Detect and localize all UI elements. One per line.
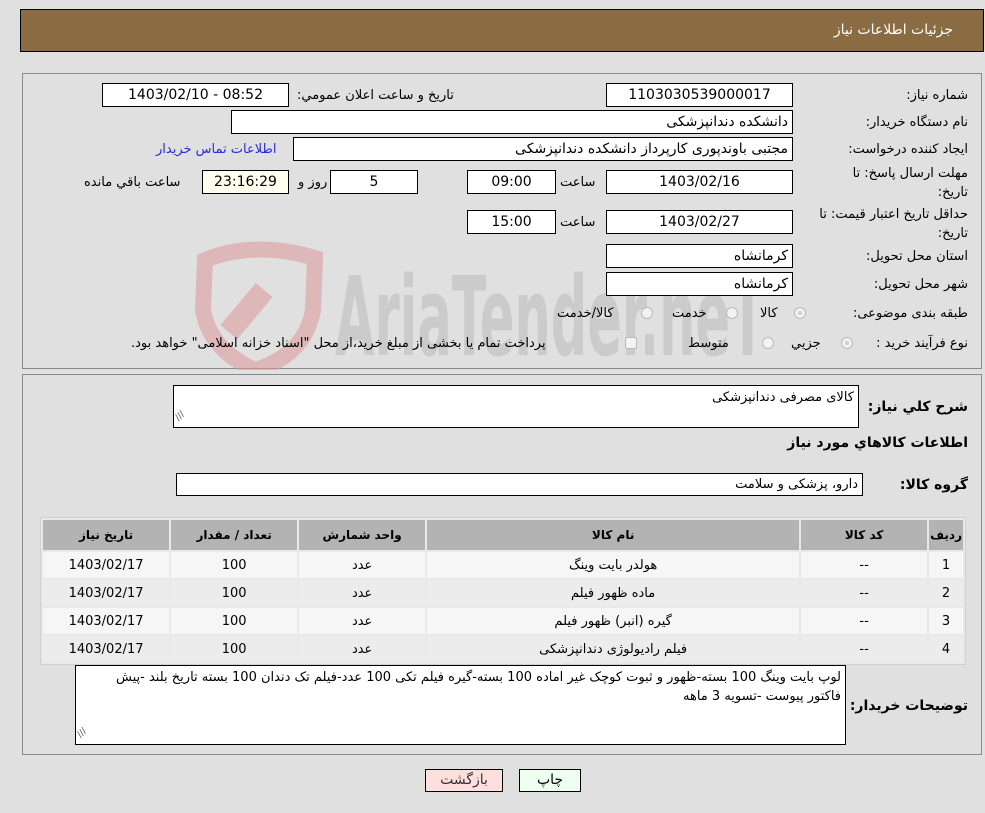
creator-field: مجتبی باوندپوری کارپرداز دانشکده دندانپز… [293, 137, 793, 161]
cell-quantity: 100 [171, 636, 298, 662]
cell-quantity: 100 [171, 552, 298, 578]
group-label: گروه کالا: [899, 477, 968, 493]
price-validity-time-field: 15:00 [467, 210, 556, 234]
cell-row-number: 2 [929, 580, 963, 606]
cell-item-code: -- [801, 636, 928, 662]
process-radio-medium[interactable] [762, 337, 774, 349]
resize-grip-icon[interactable]: /// [73, 724, 93, 744]
items-table: رديف كد كالا نام كالا واحد شمارش تعداد /… [40, 517, 966, 665]
table-header-row: رديف كد كالا نام كالا واحد شمارش تعداد /… [43, 520, 963, 550]
col-header-item-name: نام كالا [427, 520, 800, 550]
cell-item-name: هولدر بایت وینگ [427, 552, 800, 578]
cell-need-date: 1403/02/17 [43, 552, 170, 578]
cell-item-code: -- [801, 608, 928, 634]
city-field: کرمانشاه [606, 272, 793, 296]
process-radio-minor[interactable] [841, 337, 853, 349]
cell-item-code: -- [801, 552, 928, 578]
summary-text: کالای مصرفی دندانپزشکی [712, 390, 854, 405]
category-radio-goods[interactable] [794, 307, 806, 319]
table-row: 1 -- هولدر بایت وینگ عدد 100 1403/02/17 [43, 552, 963, 578]
category-label: طبقه بندی موضوعی: [852, 306, 968, 321]
price-validity-time-label: ساعت [560, 215, 596, 230]
announce-label: تاریخ و ساعت اعلان عمومي: [297, 88, 454, 103]
process-option-medium: متوسط [688, 336, 729, 351]
time-remaining-field: 23:16:29 [202, 170, 289, 194]
cell-need-date: 1403/02/17 [43, 608, 170, 634]
province-field: کرمانشاه [606, 244, 793, 268]
process-option-minor: جزيي [791, 336, 821, 351]
category-option-goods: کالا [760, 306, 778, 321]
group-field: دارو، پزشکی و سلامت [176, 473, 863, 496]
need-number-field: 1103030539000017 [606, 83, 793, 107]
province-label: استان محل تحویل: [866, 249, 968, 264]
process-label: نوع فرآیند خرید : [876, 336, 968, 351]
col-header-item-code: كد كالا [801, 520, 928, 550]
cell-row-number: 1 [929, 552, 963, 578]
reply-deadline-label: مهلت ارسال پاسخ: تا تاریخ: [852, 166, 968, 200]
cell-need-date: 1403/02/17 [43, 636, 170, 662]
col-header-quantity: تعداد / مقدار [171, 520, 298, 550]
buyer-contact-link[interactable]: اطلاعات تماس خریدار [156, 142, 276, 157]
time-remaining-label: ساعت باقي مانده [84, 175, 181, 190]
days-and-label: روز و [298, 175, 328, 190]
price-validity-label: حداقل تاریخ اعتبار قیمت: تا تاریخ: [819, 207, 968, 241]
announce-datetime-field: 1403/02/10 - 08:52 [102, 83, 289, 107]
cell-unit: عدد [299, 636, 426, 662]
treasury-note: پرداخت تمام یا بخشی از مبلغ خرید،از محل … [131, 336, 546, 351]
cell-row-number: 4 [929, 636, 963, 662]
buyer-notes-label: توضيحات خريدار: [849, 698, 968, 714]
city-label: شهر محل تحویل: [873, 277, 968, 292]
category-radio-service[interactable] [726, 307, 738, 319]
reply-time-field: 09:00 [467, 170, 556, 194]
cell-quantity: 100 [171, 608, 298, 634]
summary-label: شرح كلي نياز: [867, 399, 968, 415]
cell-unit: عدد [299, 580, 426, 606]
price-validity-date-field: 1403/02/27 [606, 210, 793, 234]
cell-quantity: 100 [171, 580, 298, 606]
back-button[interactable]: بازگشت [425, 769, 503, 792]
print-button[interactable]: چاپ [519, 769, 581, 792]
buyer-org-label: نام دستگاه خريدار: [865, 115, 968, 130]
buyer-notes-text: لوپ بایت وینگ 100 بسته-ظهور و ثبوت کوچک … [116, 670, 841, 704]
page-header: جزئیات اطلاعات نیاز [20, 9, 984, 52]
resize-grip-icon[interactable]: /// [171, 407, 191, 427]
table-row: 2 -- ماده ظهور فیلم عدد 100 1403/02/17 [43, 580, 963, 606]
category-option-service: خدمت [672, 306, 707, 321]
category-option-goods-service: کالا/خدمت [557, 306, 614, 321]
days-remaining-field: 5 [330, 170, 418, 194]
need-number-label: شماره نیاز: [906, 88, 968, 103]
cell-row-number: 3 [929, 608, 963, 634]
cell-unit: عدد [299, 608, 426, 634]
cell-item-name: گیره (انبر) ظهور فیلم [427, 608, 800, 634]
col-header-unit: واحد شمارش [299, 520, 426, 550]
cell-item-name: فیلم رادیولوژی دندانپزشکی [427, 636, 800, 662]
buyer-org-field: دانشکده دندانپزشکی [231, 110, 793, 134]
summary-textarea[interactable]: کالای مصرفی دندانپزشکی /// [173, 385, 859, 428]
cell-item-name: ماده ظهور فیلم [427, 580, 800, 606]
creator-label: ایجاد کننده درخواست: [848, 142, 968, 157]
cell-need-date: 1403/02/17 [43, 580, 170, 606]
col-header-need-date: تاريخ نياز [43, 520, 170, 550]
items-heading: اطلاعات كالاهاي مورد نياز [787, 435, 968, 451]
table-row: 3 -- گیره (انبر) ظهور فیلم عدد 100 1403/… [43, 608, 963, 634]
reply-time-label: ساعت [560, 175, 596, 190]
category-radio-goods-service[interactable] [641, 307, 653, 319]
buyer-notes-textarea[interactable]: لوپ بایت وینگ 100 بسته-ظهور و ثبوت کوچک … [75, 665, 846, 745]
col-header-row-number: رديف [929, 520, 963, 550]
table-row: 4 -- فیلم رادیولوژی دندانپزشکی عدد 100 1… [43, 636, 963, 662]
page-title: جزئیات اطلاعات نیاز [833, 22, 953, 38]
cell-unit: عدد [299, 552, 426, 578]
cell-item-code: -- [801, 580, 928, 606]
treasury-checkbox[interactable] [625, 337, 637, 349]
reply-date-field: 1403/02/16 [606, 170, 793, 194]
